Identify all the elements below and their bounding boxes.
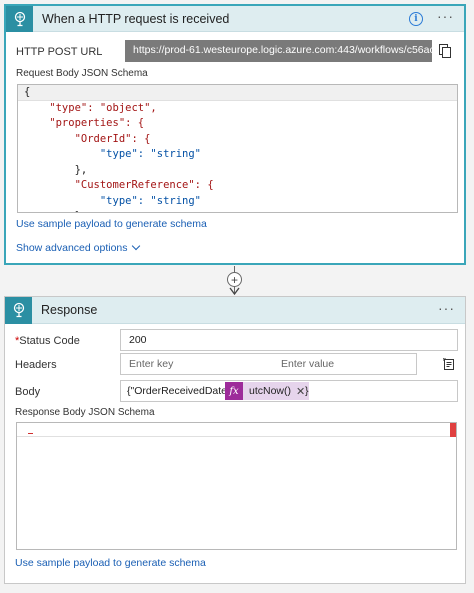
schema-line-text: "CustomerReference": {: [24, 179, 214, 191]
more-options-icon[interactable]: ···: [438, 301, 455, 318]
schema-line: "OrderId": {: [18, 132, 457, 148]
error-marker: [450, 423, 456, 437]
body-label: Body: [15, 386, 41, 398]
http-post-url-field[interactable]: https://prod-61.westeurope.logic.azure.c…: [125, 40, 432, 62]
body-suffix-text: }: [305, 385, 309, 397]
status-code-label: * Status Code: [15, 335, 80, 347]
utcnow-token[interactable]: fx utcNow() ✕: [225, 382, 310, 400]
trigger-card-header[interactable]: When a HTTP request is received i ···: [6, 5, 464, 32]
error-squiggle: [28, 433, 33, 436]
body-prefix-text: {"OrderReceivedDate":: [127, 385, 234, 397]
show-advanced-options-label: Show advanced options: [16, 242, 128, 254]
schema-line: {: [18, 85, 457, 101]
expression-fx-icon: fx: [225, 382, 243, 400]
response-card-header[interactable]: Response ···: [5, 296, 465, 324]
arrow-down-icon: [229, 287, 240, 296]
schema-line: "type": "object",: [18, 101, 457, 117]
request-trigger-icon: [6, 5, 33, 32]
response-sample-payload-link[interactable]: Use sample payload to generate schema: [15, 557, 206, 569]
schema-line: "type": "string": [18, 147, 457, 163]
header-key-input[interactable]: Enter key: [120, 353, 273, 375]
response-icon: [5, 296, 32, 324]
headers-label: Headers: [15, 359, 57, 371]
schema-line-text: "type": "string": [24, 148, 202, 160]
copy-icon[interactable]: [439, 44, 451, 58]
status-code-label-text: Status Code: [19, 335, 80, 347]
request-schema-label: Request Body JSON Schema: [16, 68, 148, 79]
show-advanced-options-link[interactable]: Show advanced options: [16, 241, 140, 254]
http-trigger-card: When a HTTP request is received i ··· HT…: [4, 4, 466, 265]
schema-line-text: }: [24, 210, 81, 212]
request-schema-editor[interactable]: { "type": "object", "properties": { "Ord…: [17, 84, 458, 213]
request-sample-payload-link[interactable]: Use sample payload to generate schema: [16, 218, 207, 230]
header-value-input[interactable]: Enter value: [273, 353, 417, 375]
switch-to-text-mode-icon[interactable]: [443, 358, 455, 371]
schema-line: "CustomerReference": {: [18, 178, 457, 194]
schema-line: },: [18, 163, 457, 179]
schema-line: "properties": {: [18, 116, 457, 132]
add-step-icon[interactable]: +: [227, 272, 242, 287]
schema-line-text: "type": "string": [24, 194, 202, 207]
response-schema-editor[interactable]: [16, 422, 457, 550]
more-options-icon[interactable]: ···: [437, 9, 454, 26]
body-input[interactable]: {"OrderReceivedDate": fx utcNow() ✕ }: [120, 380, 458, 402]
response-title[interactable]: Response: [32, 303, 438, 317]
schema-first-line: [17, 423, 456, 437]
schema-line-text: "type": "object",: [24, 101, 157, 114]
response-schema-label: Response Body JSON Schema: [15, 407, 155, 418]
chevron-down-icon: [131, 241, 140, 251]
status-code-input[interactable]: 200: [120, 329, 458, 351]
token-label: utcNow(): [249, 385, 292, 397]
schema-line-text: },: [24, 163, 88, 176]
schema-line-text: "properties": {: [24, 117, 145, 129]
trigger-title[interactable]: When a HTTP request is received: [33, 12, 409, 26]
schema-line-text: "OrderId": {: [24, 132, 151, 145]
info-icon[interactable]: i: [409, 11, 423, 26]
response-card: Response ··· * Status Code 200 Headers En…: [4, 296, 466, 584]
http-post-url-label: HTTP POST URL: [16, 46, 103, 58]
schema-line: }: [18, 209, 457, 212]
schema-line: "type": "string": [18, 194, 457, 210]
